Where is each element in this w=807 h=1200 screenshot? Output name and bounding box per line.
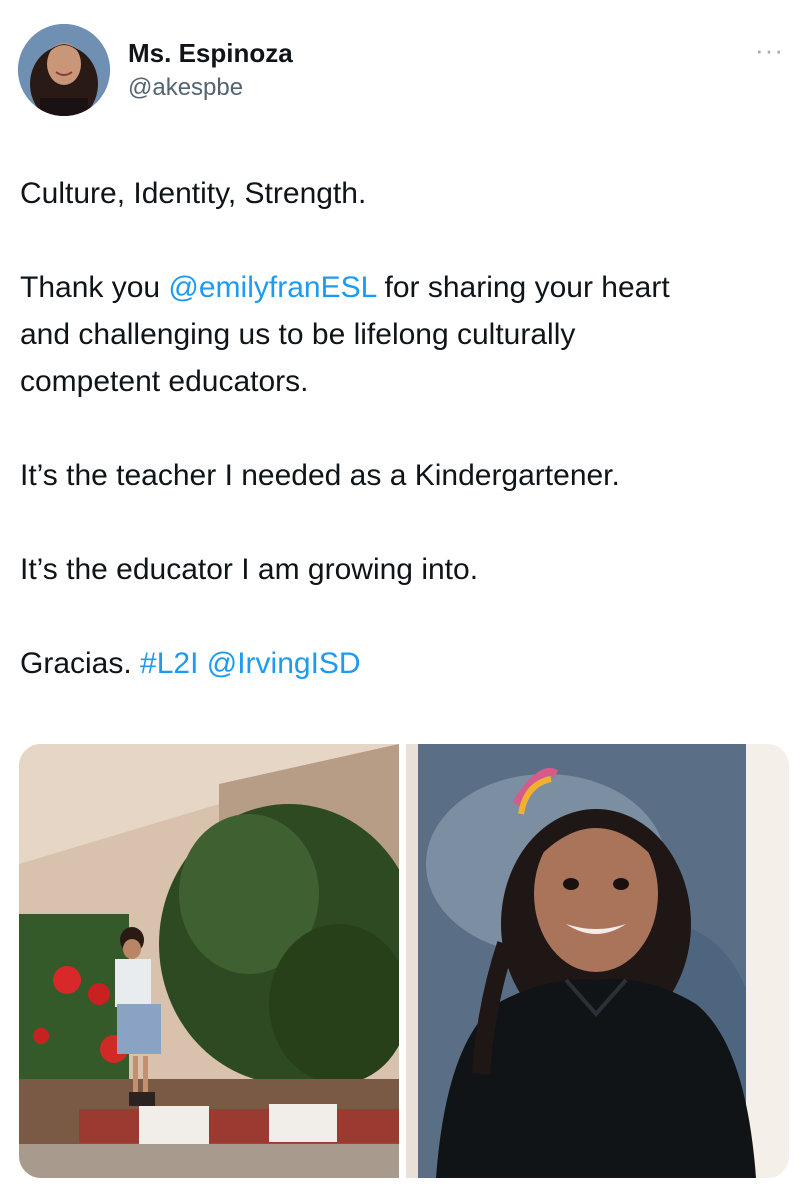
media-photo-garden[interactable]	[19, 744, 399, 1178]
school-portrait-photo	[406, 744, 789, 1178]
mention-link[interactable]: @IrvingISD	[207, 647, 361, 680]
more-options-icon[interactable]: ···	[755, 37, 784, 63]
tweet-line: It’s the teacher I needed as a Kindergar…	[20, 459, 620, 492]
tweet-line: It’s the educator I am growing into.	[20, 553, 479, 586]
tweet-text-segment: for sharing your heart	[376, 271, 670, 304]
tweet-line: competent educators.	[20, 365, 309, 398]
avatar[interactable]	[18, 24, 110, 116]
garden-photo	[19, 744, 399, 1178]
author-display-name[interactable]: Ms. Espinoza	[128, 38, 293, 69]
tweet-text: Culture, Identity, Strength. Thank you @…	[20, 170, 790, 687]
tweet-text-segment: Gracias.	[20, 647, 141, 680]
media-photo-school-portrait[interactable]	[406, 744, 789, 1178]
tweet-header: Ms. Espinoza @akespbe ···	[18, 24, 790, 120]
mention-link[interactable]: @emilyfranESL	[168, 271, 376, 304]
author-handle[interactable]: @akespbe	[128, 74, 243, 102]
tweet-line: Thank you @emilyfranESL for sharing your…	[20, 264, 790, 311]
tweet-media	[19, 744, 789, 1178]
tweet-text-segment: Thank you	[20, 271, 169, 304]
hashtag-link[interactable]: #L2I	[140, 647, 198, 680]
tweet-line: Culture, Identity, Strength.	[20, 177, 367, 210]
tweet-line: and challenging us to be lifelong cultur…	[20, 318, 576, 351]
avatar-photo	[18, 24, 110, 116]
tweet-line: Gracias. #L2I @IrvingISD	[20, 640, 790, 687]
